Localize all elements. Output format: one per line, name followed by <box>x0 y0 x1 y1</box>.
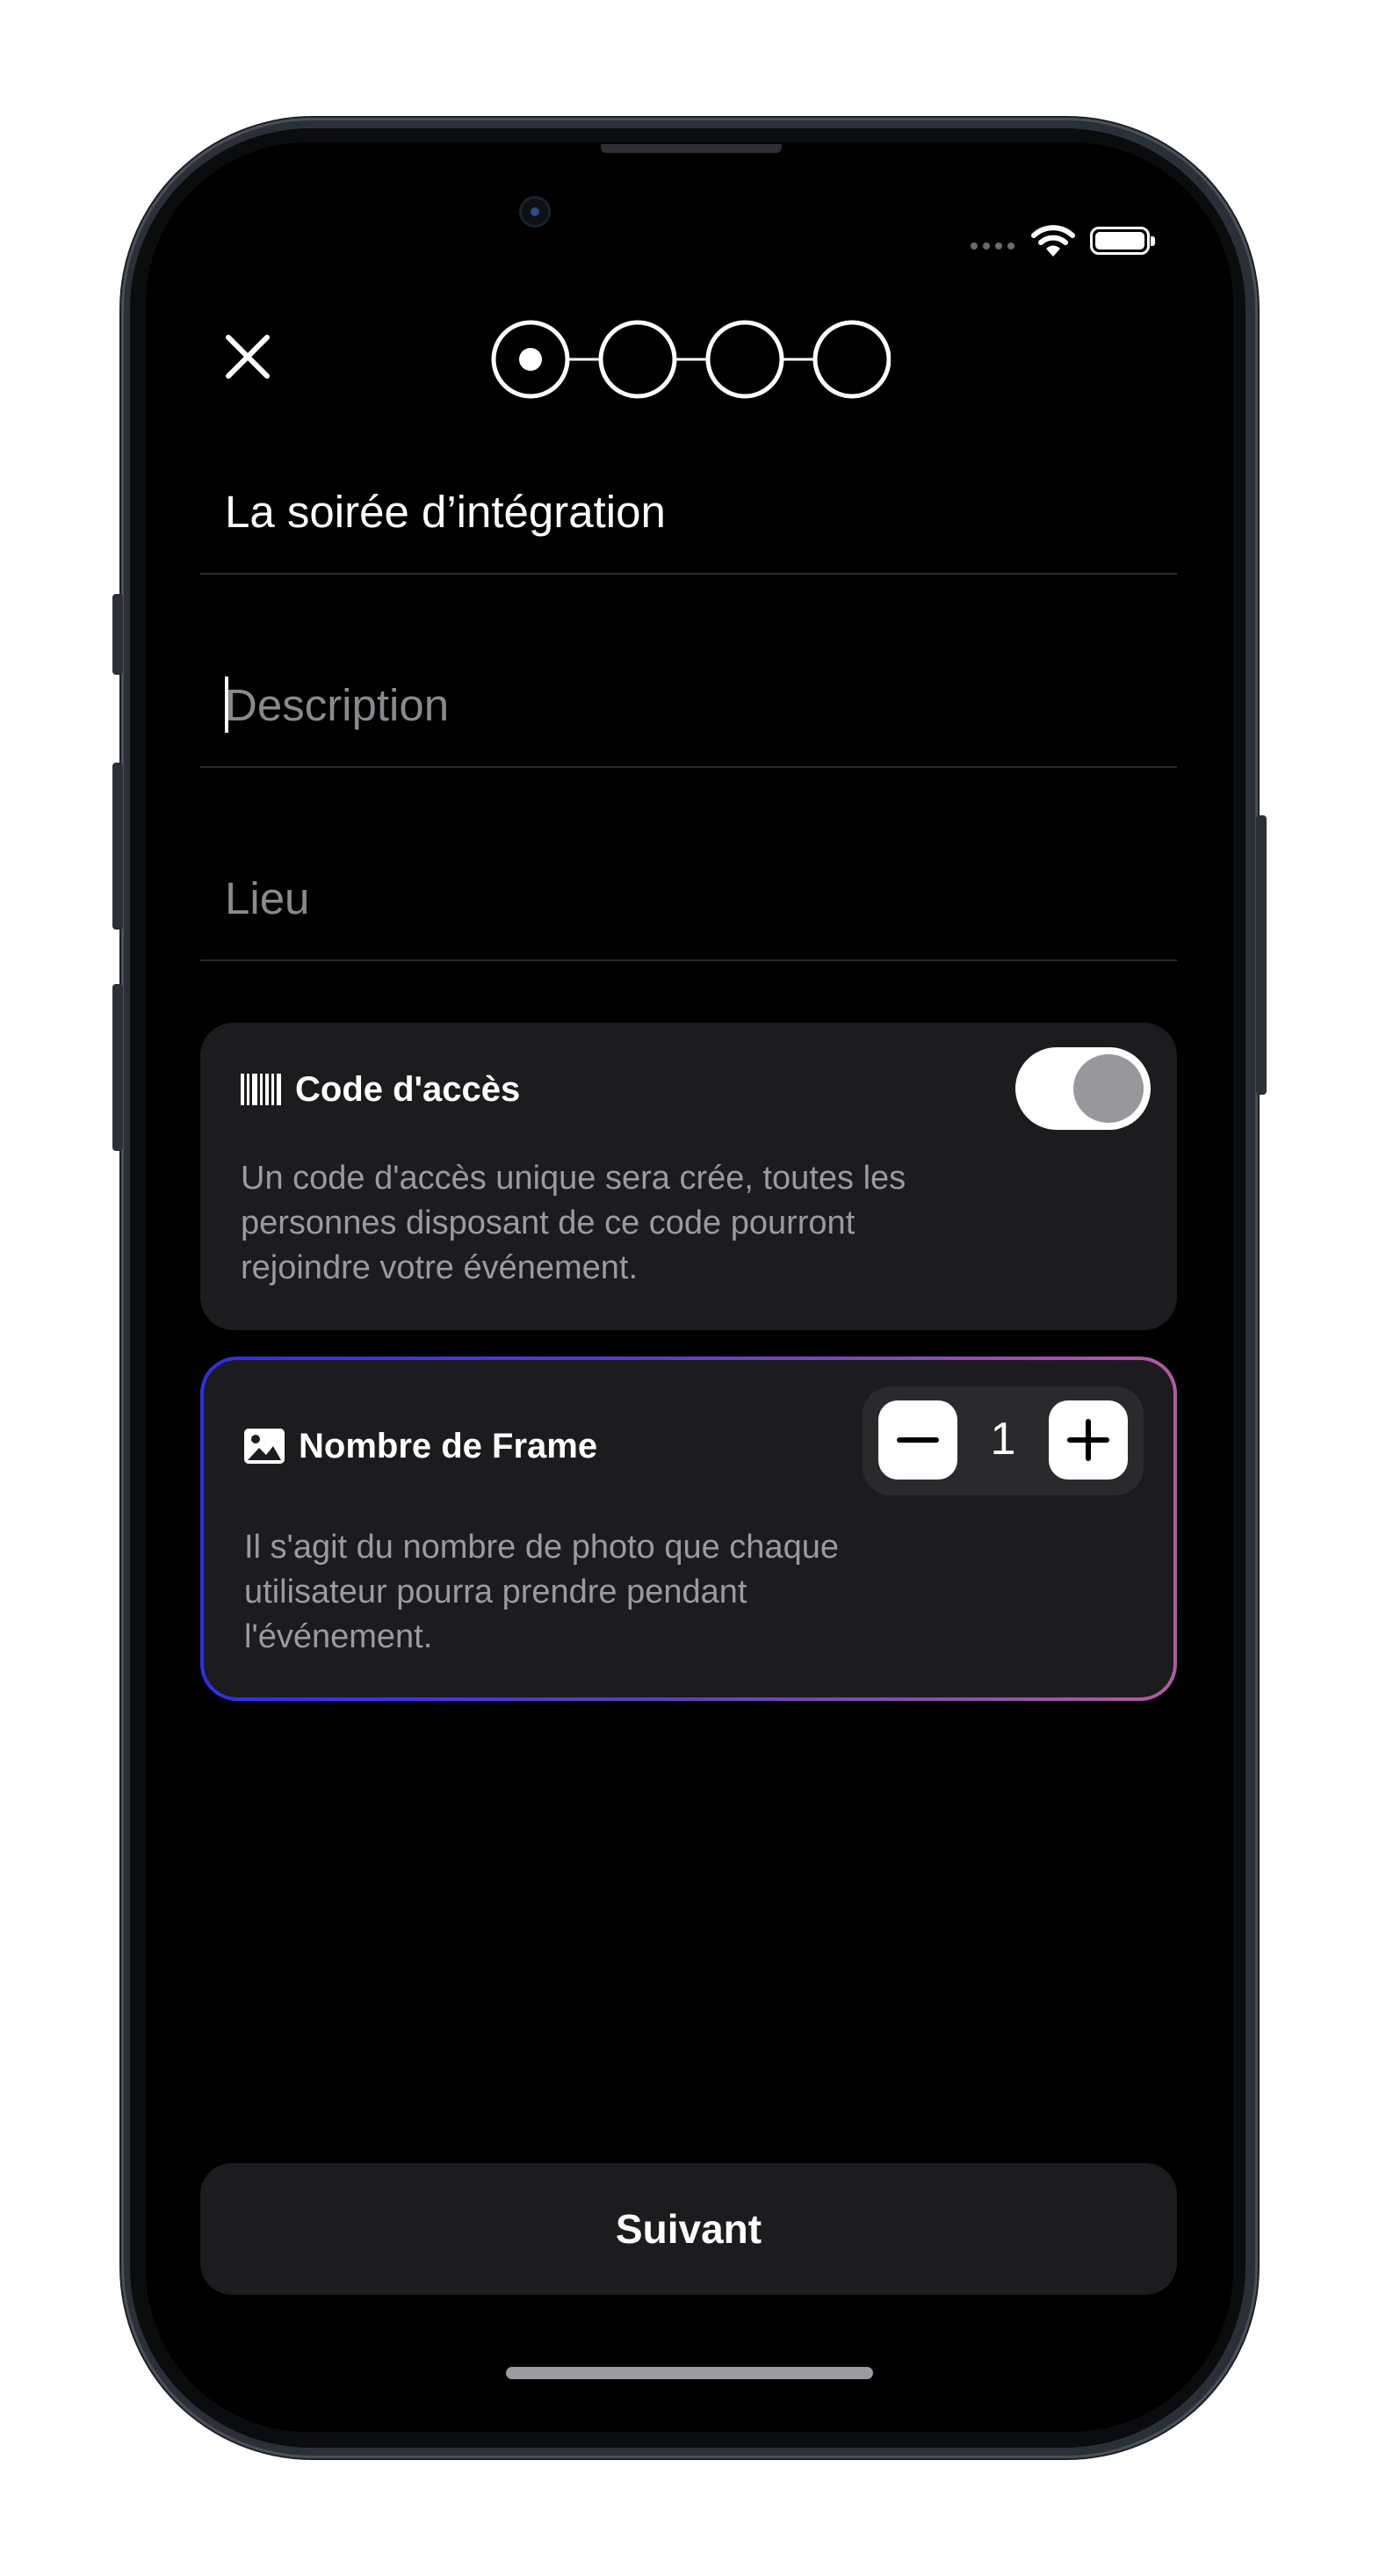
location-placeholder: Lieu <box>225 873 310 923</box>
wifi-icon <box>1031 225 1075 257</box>
event-title-value: La soirée d’intégration <box>225 487 666 537</box>
frame-count-description: Il s'agit du nombre de photo que chaque … <box>244 1529 839 1655</box>
power-button <box>1256 815 1267 1095</box>
front-camera <box>519 196 551 228</box>
plus-icon <box>1067 1419 1109 1461</box>
photo-icon <box>244 1429 285 1464</box>
frame-count-title: Nombre de Frame <box>299 1427 598 1465</box>
access-code-description: Un code d'accès unique sera crée, toutes… <box>241 1160 906 1286</box>
location-field[interactable]: Lieu <box>200 854 1177 961</box>
battery-icon <box>1090 227 1155 255</box>
access-code-toggle[interactable] <box>1015 1047 1151 1130</box>
step-3 <box>705 320 784 399</box>
access-code-title: Code d'accès <box>295 1070 521 1109</box>
access-code-card: Code d'accès Un code d'accès unique sera… <box>200 1023 1177 1330</box>
earpiece-speaker <box>601 144 782 153</box>
status-time: 3:11 <box>276 215 358 261</box>
description-placeholder: Description <box>225 680 450 730</box>
barcode-icon <box>241 1074 281 1105</box>
frame-count-value: 1 <box>990 1414 1016 1465</box>
event-title-field[interactable]: La soirée d’intégration <box>200 467 1177 575</box>
decrement-button[interactable] <box>878 1400 957 1480</box>
step-2 <box>598 320 677 399</box>
toggle-knob <box>1073 1054 1144 1123</box>
close-icon[interactable] <box>223 332 272 381</box>
mute-switch <box>112 594 123 675</box>
text-caret <box>225 677 228 733</box>
home-indicator[interactable] <box>506 2367 873 2379</box>
volume-down-button <box>112 984 123 1151</box>
next-button[interactable]: Suivant <box>200 2163 1177 2295</box>
minus-icon <box>897 1437 939 1443</box>
cellular-signal-icon <box>971 242 1014 250</box>
description-field[interactable]: Description <box>200 661 1177 768</box>
step-progress-indicator <box>491 320 891 399</box>
frame-count-card: Nombre de Frame 1 Il s'agit du nombre de… <box>200 1357 1177 1701</box>
volume-up-button <box>112 763 123 930</box>
step-1-active <box>491 320 570 399</box>
increment-button[interactable] <box>1049 1400 1128 1480</box>
step-4 <box>812 320 891 399</box>
frame-count-stepper: 1 <box>863 1386 1144 1495</box>
